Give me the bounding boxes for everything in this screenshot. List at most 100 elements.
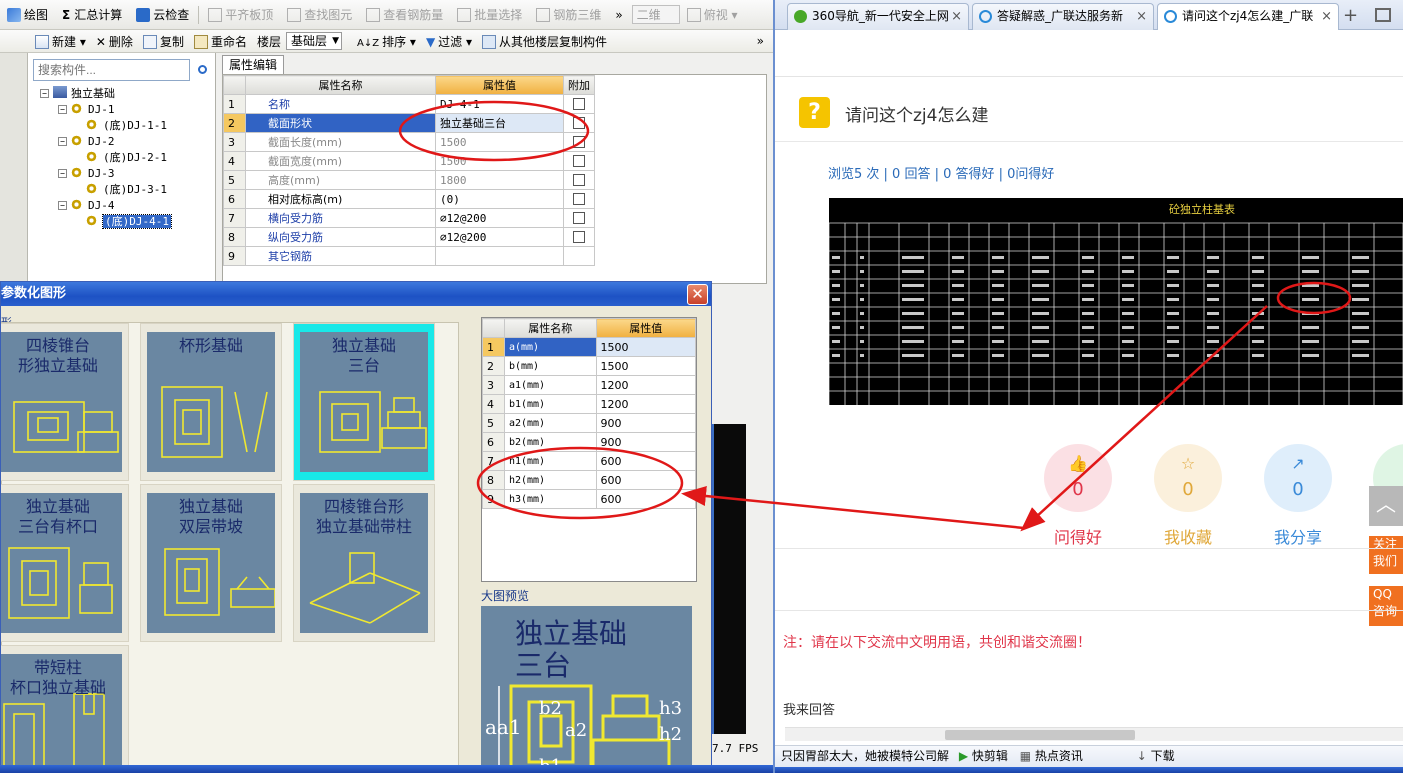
- shape-thumbnail[interactable]: 独立基础 三台有杯口: [1, 484, 129, 642]
- attribute-value[interactable]: 1800: [435, 170, 564, 190]
- parameter-value[interactable]: 600: [595, 451, 697, 471]
- tree-node[interactable]: (底)DJ-1-1: [86, 118, 167, 134]
- draw-button[interactable]: 绘图: [0, 6, 55, 23]
- floor-select[interactable]: 基础层 ▼: [285, 32, 342, 50]
- attribute-row[interactable]: 9 其它钢筋: [223, 246, 595, 266]
- view-rebar-qty-button[interactable]: 查看钢筋量: [359, 6, 450, 23]
- attribute-row[interactable]: 2 截面形状 独立基础三台: [223, 113, 595, 133]
- parameter-row[interactable]: 8 h2(mm) 600: [482, 470, 697, 490]
- extra-checkbox[interactable]: [573, 211, 585, 224]
- rename-button[interactable]: 重命名: [189, 33, 252, 50]
- action-1-button[interactable]: ☆ 0: [1154, 444, 1222, 512]
- toolbar2-more[interactable]: »: [752, 34, 769, 48]
- filter-button[interactable]: ▼ 过滤 ▾: [421, 33, 477, 50]
- shape-thumbnail[interactable]: 独立基础 三台: [293, 323, 435, 481]
- attribute-row[interactable]: 3 截面长度(mm) 1500: [223, 132, 595, 152]
- attribute-value[interactable]: 1500: [435, 151, 564, 171]
- align-slab-top-button[interactable]: 平齐板顶: [201, 6, 280, 23]
- attribute-row[interactable]: 1 名称 DJ-4-1: [223, 94, 595, 114]
- parameter-row[interactable]: 7 h1(mm) 600: [482, 451, 697, 471]
- foundation-table-image[interactable]: 砼独立柱基表: [829, 198, 1403, 405]
- parameter-value[interactable]: 1500: [595, 356, 697, 376]
- follow-us-button[interactable]: 关注 我们: [1369, 536, 1403, 574]
- attribute-row[interactable]: 4 截面宽度(mm) 1500: [223, 151, 595, 171]
- collapse-icon[interactable]: −: [58, 105, 67, 114]
- parameter-row[interactable]: 9 h3(mm) 600: [482, 489, 697, 509]
- attribute-value[interactable]: 1500: [435, 132, 564, 152]
- extra-checkbox[interactable]: [573, 135, 585, 148]
- tab-qa[interactable]: 答疑解惑_广联达服务新 ×: [972, 3, 1154, 30]
- copy-from-floor-button[interactable]: 从其他楼层复制构件: [477, 33, 612, 50]
- action-label[interactable]: 问得好: [1038, 524, 1118, 548]
- summary-calc-button[interactable]: Σ 汇总计算: [55, 6, 129, 23]
- parameter-value[interactable]: 1200: [595, 394, 697, 414]
- scrollbar-thumb[interactable]: [945, 730, 1135, 740]
- collapse-icon[interactable]: −: [58, 169, 67, 178]
- parameter-row[interactable]: 6 b2(mm) 900: [482, 432, 697, 452]
- attribute-value[interactable]: 独立基础三台: [435, 113, 564, 133]
- shape-thumbnail[interactable]: 杯形基础: [140, 323, 282, 481]
- extra-checkbox[interactable]: [573, 173, 585, 186]
- parameter-row[interactable]: 1 a(mm) 1500: [482, 337, 697, 357]
- tree-node[interactable]: − DJ-2: [58, 134, 115, 150]
- batch-select-button[interactable]: 批量选择: [450, 6, 529, 23]
- extra-checkbox[interactable]: [573, 230, 585, 243]
- copy-button[interactable]: 复制: [138, 33, 189, 50]
- parameter-value[interactable]: 600: [595, 470, 697, 490]
- tab-attribute-edit[interactable]: 属性编辑: [222, 55, 284, 74]
- search-input[interactable]: [33, 59, 190, 81]
- attribute-value[interactable]: (0): [435, 189, 564, 209]
- action-label[interactable]: 我收藏: [1148, 524, 1228, 548]
- attribute-row[interactable]: 5 高度(mm) 1800: [223, 170, 595, 190]
- restore-icon[interactable]: [1375, 8, 1391, 22]
- tab-close-icon[interactable]: ×: [1136, 4, 1147, 29]
- new-tab-button[interactable]: +: [1343, 5, 1358, 26]
- tree-node[interactable]: (底)DJ-2-1: [86, 150, 167, 166]
- action-0-button[interactable]: 👍 0: [1044, 444, 1112, 512]
- attribute-value[interactable]: ⌀12@200: [435, 227, 564, 247]
- qq-consult-button[interactable]: QQ 咨询: [1369, 586, 1403, 626]
- attribute-value[interactable]: [435, 246, 564, 266]
- tab-close-icon[interactable]: ×: [951, 4, 962, 29]
- back-to-top-button[interactable]: ︿: [1369, 486, 1403, 526]
- attribute-row[interactable]: 6 相对底标高(m) (0): [223, 189, 595, 209]
- parameter-value[interactable]: 1200: [595, 375, 697, 395]
- parameter-row[interactable]: 4 b1(mm) 1200: [482, 394, 697, 414]
- parameter-row[interactable]: 2 b(mm) 1500: [482, 356, 697, 376]
- tab-360-nav[interactable]: 360导航_新一代安全上网 ×: [787, 3, 969, 30]
- parameter-row[interactable]: 5 a2(mm) 900: [482, 413, 697, 433]
- parameter-value[interactable]: 1500: [595, 337, 697, 357]
- tree-node[interactable]: (底)DJ-3-1: [86, 182, 167, 198]
- delete-button[interactable]: ✕ 删除: [91, 33, 138, 50]
- tab-question[interactable]: 请问这个zj4怎么建_广联 ×: [1157, 3, 1339, 30]
- new-button[interactable]: 新建 ▾: [30, 33, 91, 50]
- tree-node[interactable]: − DJ-1: [58, 102, 115, 118]
- tree-node[interactable]: − 独立基础: [40, 86, 115, 102]
- collapse-icon[interactable]: −: [58, 201, 67, 210]
- action-2-button[interactable]: ↗ 0: [1264, 444, 1332, 512]
- action-label[interactable]: 我分享: [1258, 524, 1338, 548]
- tab-close-icon[interactable]: ×: [1321, 4, 1332, 29]
- tree-node[interactable]: − DJ-3: [58, 166, 115, 182]
- horizontal-scrollbar[interactable]: [785, 727, 1403, 741]
- extra-checkbox[interactable]: [573, 97, 585, 110]
- attribute-value[interactable]: DJ-4-1: [435, 94, 564, 114]
- dialog-close-button[interactable]: ✕: [687, 284, 708, 305]
- hot-news-link[interactable]: 热点资讯: [1035, 749, 1083, 763]
- quick-clip-link[interactable]: 快剪辑: [972, 749, 1008, 763]
- shape-thumbnail[interactable]: 独立基础 双层带坡: [140, 484, 282, 642]
- news-ticker[interactable]: 只因胃部太大，她被模特公司解: [781, 749, 949, 763]
- rebar-3d-button[interactable]: 钢筋三维: [529, 6, 608, 23]
- attribute-row[interactable]: 8 纵向受力筋 ⌀12@200: [223, 227, 595, 247]
- shape-thumbnail[interactable]: 带短柱 杯口独立基础: [1, 645, 129, 772]
- attribute-row[interactable]: 7 横向受力筋 ⌀12@200: [223, 208, 595, 228]
- parameter-row[interactable]: 3 a1(mm) 1200: [482, 375, 697, 395]
- shape-thumbnail[interactable]: 四棱锥台形 独立基础带柱: [293, 484, 435, 642]
- extra-checkbox[interactable]: [573, 116, 585, 129]
- view-top-select[interactable]: 俯视 ▾: [680, 6, 745, 23]
- parameter-value[interactable]: 900: [595, 432, 697, 452]
- search-button[interactable]: [192, 59, 212, 81]
- extra-checkbox[interactable]: [573, 192, 585, 205]
- drawing-canvas[interactable]: [712, 424, 746, 734]
- cloud-check-button[interactable]: 云检查: [129, 6, 196, 23]
